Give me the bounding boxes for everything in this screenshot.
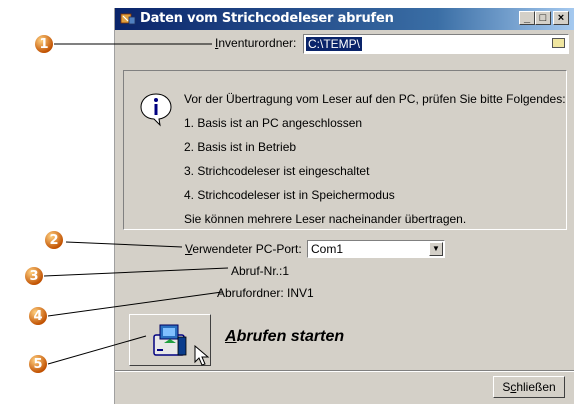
- callout-marker-3: 3: [24, 266, 44, 286]
- callout-marker-5: 5: [28, 354, 48, 374]
- callout-marker-1: 1: [34, 34, 54, 54]
- callout-marker-4: 4: [28, 306, 48, 326]
- callout-marker-2: 2: [44, 230, 64, 250]
- callout-leader-lines: [43, 43, 229, 365]
